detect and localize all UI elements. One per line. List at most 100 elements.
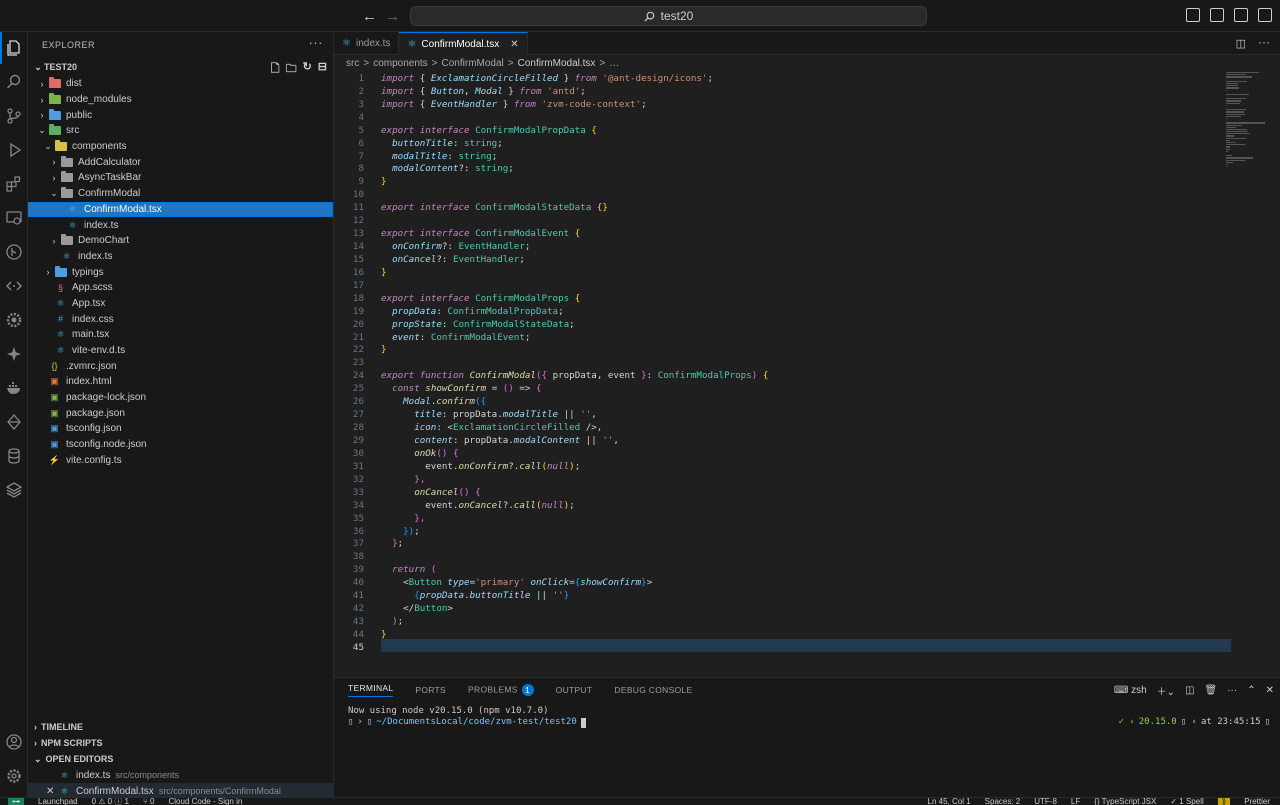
layers-icon[interactable] (4, 480, 24, 500)
tree-file[interactable]: ⚛ index.ts (28, 217, 333, 233)
status-cursor-position[interactable]: Ln 45, Col 1 (928, 798, 971, 805)
close-tab-icon[interactable]: ✕ (510, 39, 518, 50)
tab-ports[interactable]: PORTS (415, 685, 446, 695)
docker-icon[interactable] (4, 378, 24, 398)
tab-output[interactable]: OUTPUT (556, 685, 593, 695)
tree-file[interactable]: ⚛ ConfirmModal.tsx (28, 201, 333, 218)
terminal-shell[interactable]: ⌨ zsh (1114, 685, 1147, 696)
breadcrumb-item[interactable]: ConfirmModal (442, 58, 504, 69)
account-icon[interactable] (4, 732, 24, 752)
sparkle-ai-icon[interactable] (4, 344, 24, 364)
gitlens-icon[interactable] (4, 242, 24, 262)
tree-file[interactable]: {} .zvmrc.json (28, 358, 333, 374)
tree-folder[interactable]: › node_modules (28, 92, 333, 108)
status-copilot-icon[interactable]: ⟫ (1217, 798, 1231, 805)
tree-folder[interactable]: › AddCalculator (28, 154, 333, 170)
back-arrow-icon[interactable]: ← (362, 8, 377, 25)
remote-indicator-icon[interactable]: ⊶ (8, 798, 24, 805)
minimap[interactable] (1226, 72, 1266, 168)
tree-folder[interactable]: › dist (28, 76, 333, 92)
settings-gear-ext-icon[interactable] (4, 310, 24, 330)
tree-folder[interactable]: › AsyncTaskBar (28, 170, 333, 186)
breadcrumb-item[interactable]: src (346, 58, 359, 69)
tab-confirmmodal-tsx[interactable]: ⚛ ConfirmModal.tsx ✕ (399, 32, 528, 55)
tree-file[interactable]: ▣ tsconfig.node.json (28, 437, 333, 453)
tree-file[interactable]: ⚡ vite.config.ts (28, 453, 333, 469)
status-problems[interactable]: 0 ⚠ 0 ⓘ 1 (92, 798, 129, 805)
tab-problems[interactable]: PROBLEMS 1 (468, 684, 534, 696)
customize-layout-icon[interactable] (1258, 8, 1272, 22)
npm-scripts-section[interactable]: › NPM SCRIPTS (28, 735, 334, 751)
status-indentation[interactable]: Spaces: 2 (985, 798, 1021, 805)
run-debug-icon[interactable] (4, 140, 24, 160)
toggle-primary-sidebar-icon[interactable] (1186, 8, 1200, 22)
breadcrumb-item[interactable]: ConfirmModal.tsx (518, 58, 596, 69)
extensions-icon[interactable] (4, 174, 24, 194)
code-context-icon[interactable] (4, 276, 24, 296)
tree-file[interactable]: § App.scss (28, 280, 333, 296)
breadcrumb-item[interactable]: … (609, 58, 619, 69)
code-text: import { EventHandler } from 'zvm-code-c… (381, 99, 647, 110)
breadcrumb-item[interactable]: components (373, 58, 427, 69)
tree-folder[interactable]: › typings (28, 264, 333, 280)
open-editors-section[interactable]: ⌄ OPEN EDITORS (28, 751, 334, 767)
code-text: export interface ConfirmModalEvent { (381, 228, 580, 239)
tree-folder[interactable]: › DemoChart (28, 233, 333, 249)
new-terminal-icon[interactable]: ＋⌄ (1157, 683, 1175, 698)
code-token: = (486, 383, 503, 395)
tree-file[interactable]: ▣ index.html (28, 374, 333, 390)
tab-terminal[interactable]: TERMINAL (348, 683, 394, 697)
source-control-icon[interactable] (4, 106, 24, 126)
split-editor-icon[interactable]: ◫ (1236, 37, 1246, 50)
tree-file[interactable]: ⚛ vite-env.d.ts (28, 343, 333, 359)
close-icon[interactable]: ✕ (46, 786, 58, 797)
tree-file[interactable]: ⚛ App.tsx (28, 296, 333, 312)
timeline-section[interactable]: › TIMELINE (28, 719, 334, 735)
tree-folder[interactable]: ⌄ ConfirmModal (28, 186, 333, 202)
status-encoding[interactable]: UTF-8 (1034, 798, 1057, 805)
status-spell[interactable]: ✓ 1 Spell (1170, 798, 1203, 805)
tab-index-ts[interactable]: ⚛ index.ts (334, 32, 400, 55)
manage-gear-icon[interactable] (4, 766, 24, 786)
status-eol[interactable]: LF (1071, 798, 1080, 805)
tree-file[interactable]: ⚛ index.ts (28, 249, 333, 265)
close-panel-icon[interactable]: ✕ (1266, 685, 1274, 696)
code-editor[interactable]: 1 import { ExclamationCircleFilled } from… (334, 72, 1234, 672)
deploy-icon[interactable] (4, 412, 24, 432)
more-actions-icon[interactable]: ··· (1227, 685, 1237, 696)
tree-file[interactable]: ⚛ main.tsx (28, 327, 333, 343)
toggle-secondary-sidebar-icon[interactable] (1234, 8, 1248, 22)
tree-file[interactable]: # index.css (28, 311, 333, 327)
more-actions-icon[interactable]: ··· (309, 35, 324, 50)
command-center-search[interactable]: test20 (410, 6, 927, 26)
toggle-panel-icon[interactable] (1210, 8, 1224, 22)
chevron-right-icon: › (52, 157, 56, 168)
trash-icon[interactable]: 🗑 (1205, 685, 1218, 696)
terminal-output[interactable]: Now using node v20.15.0 (npm v10.7.0) ▯ ›… (334, 706, 1280, 728)
code-token: { (452, 447, 459, 459)
tree-folder[interactable]: ⌄ components (28, 139, 333, 155)
status-git[interactable]: ⑂ 0 (143, 798, 154, 805)
search-activity-icon[interactable] (4, 72, 24, 92)
open-editor-item[interactable]: ⚛ index.ts src/components (28, 767, 334, 783)
status-language[interactable]: {} TypeScript JSX (1094, 798, 1156, 805)
status-cloud-code[interactable]: Cloud Code - Sign in (169, 798, 243, 805)
remote-explorer-icon[interactable] (4, 208, 24, 228)
more-actions-icon[interactable]: ··· (1258, 35, 1270, 49)
explorer-files-icon[interactable] (0, 32, 24, 64)
tree-folder[interactable]: ⌄ src (28, 123, 333, 139)
tree-file[interactable]: ▣ package.json (28, 405, 333, 421)
code-line: 6 buttonTitle: string; (334, 137, 1234, 150)
split-terminal-icon[interactable]: ◫ (1185, 685, 1194, 696)
forward-arrow-icon[interactable]: → (385, 8, 400, 25)
tree-file[interactable]: ▣ package-lock.json (28, 390, 333, 406)
project-root[interactable]: ⌄ TEST20 🗋 🗀 ↻ ⊟ (28, 58, 333, 76)
status-prettier[interactable]: Prettier (1244, 798, 1270, 805)
tree-folder[interactable]: › public (28, 107, 333, 123)
maximize-panel-icon[interactable]: ⌃ (1247, 685, 1255, 696)
tree-file[interactable]: ▣ tsconfig.json (28, 421, 333, 437)
tab-debug-console[interactable]: DEBUG CONSOLE (614, 685, 692, 695)
database-icon[interactable] (4, 446, 24, 466)
code-token: ; (519, 253, 525, 265)
status-launchpad[interactable]: Launchpad (38, 798, 78, 805)
